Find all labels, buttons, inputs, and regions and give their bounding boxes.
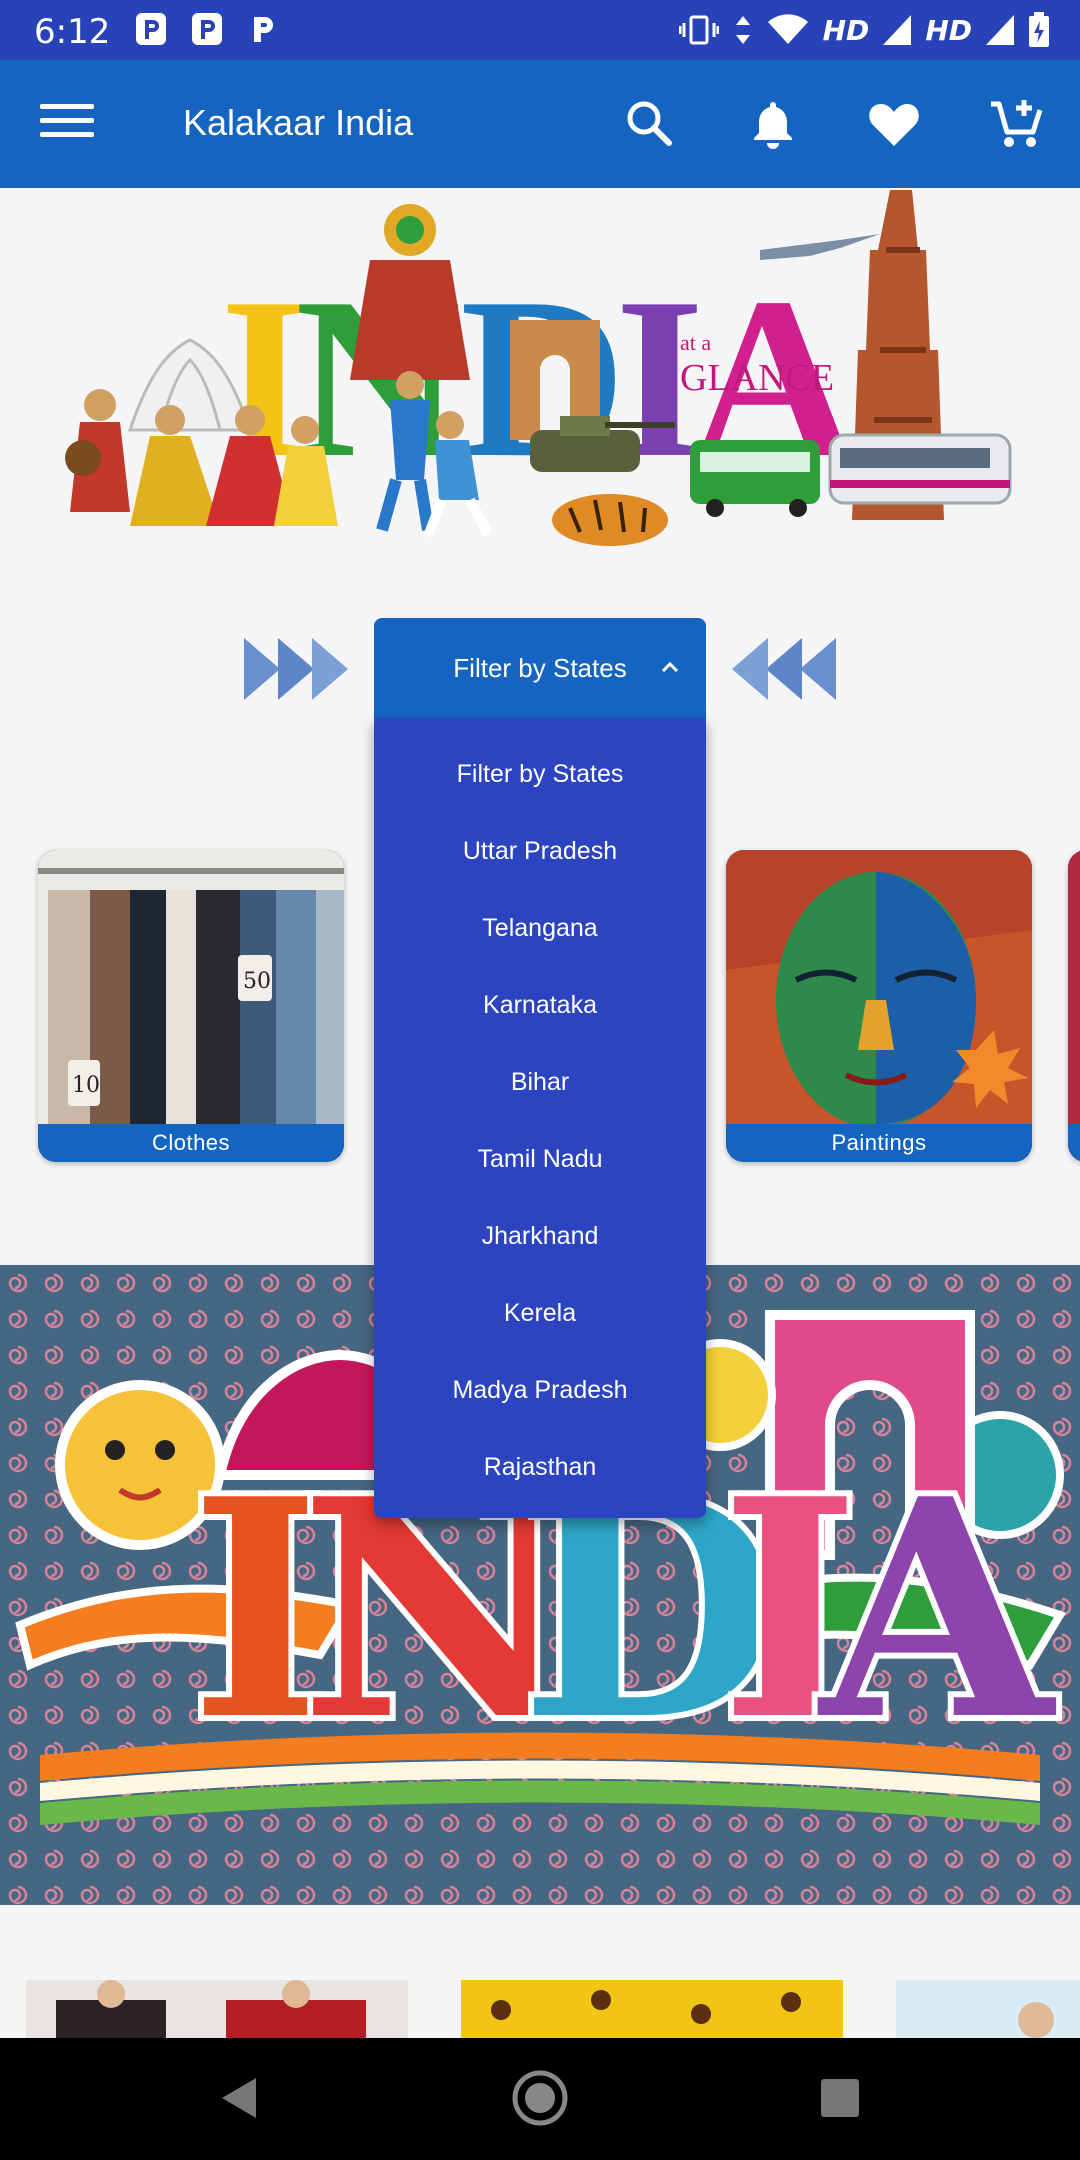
data-transfer-icon bbox=[735, 16, 750, 44]
product-thumbnail[interactable] bbox=[26, 1980, 408, 2038]
banner-tagline: GLANCE bbox=[680, 357, 834, 399]
parking-notification-icon bbox=[254, 17, 273, 42]
app-bar: Kalakaar India bbox=[0, 60, 1080, 188]
state-option-rajasthan[interactable]: Rajasthan bbox=[374, 1429, 706, 1506]
clothes-image: 50 10 bbox=[38, 850, 344, 1124]
category-label-clothes: Clothes bbox=[38, 1124, 344, 1162]
signal-icon bbox=[883, 15, 912, 45]
battery-charging-icon bbox=[1029, 12, 1049, 47]
state-option-kerela[interactable]: Kerela bbox=[374, 1275, 706, 1352]
svg-text:50: 50 bbox=[243, 969, 271, 994]
state-option-filter-by-states[interactable]: Filter by States bbox=[374, 736, 706, 813]
partial-card-image bbox=[1068, 850, 1080, 1162]
cart-icon[interactable] bbox=[988, 96, 1044, 152]
signal-icon bbox=[986, 15, 1014, 45]
filter-by-states-dropdown[interactable]: Filter by States bbox=[374, 618, 706, 718]
vibrate-icon bbox=[678, 15, 719, 45]
heart-icon[interactable] bbox=[866, 96, 922, 152]
state-option-madya-pradesh[interactable]: Madya Pradesh bbox=[374, 1352, 706, 1429]
hd-label: HD bbox=[822, 13, 870, 47]
back-icon[interactable] bbox=[210, 2068, 270, 2128]
status-bar: 6:12 HD HD bbox=[0, 0, 1080, 60]
hd-label: HD bbox=[925, 13, 972, 47]
parking-notification-icon bbox=[136, 13, 166, 45]
filter-dropdown-label: Filter by States bbox=[453, 652, 627, 683]
metro-train-illustration bbox=[828, 433, 1012, 505]
banner-tagline-small: at a bbox=[680, 330, 711, 355]
category-card-partial[interactable] bbox=[1068, 850, 1080, 1162]
category-label-paintings: Paintings bbox=[726, 1124, 1032, 1162]
double-chevron-right-icon bbox=[244, 638, 348, 700]
state-option-bihar[interactable]: Bihar bbox=[374, 1044, 706, 1121]
state-option-telangana[interactable]: Telangana bbox=[374, 890, 706, 967]
tank-illustration bbox=[530, 430, 640, 472]
wifi-icon bbox=[767, 14, 808, 44]
product-thumbnail-image bbox=[896, 1980, 1080, 2038]
search-icon[interactable] bbox=[622, 96, 678, 152]
status-time: 6:12 bbox=[34, 12, 111, 52]
home-icon[interactable] bbox=[510, 2068, 570, 2128]
category-card-clothes[interactable]: 50 10 Clothes bbox=[38, 850, 344, 1162]
menu-icon[interactable] bbox=[40, 98, 94, 152]
filter-states-menu: Filter by States Uttar Pradesh Telangana… bbox=[374, 718, 706, 1518]
recents-icon[interactable] bbox=[810, 2068, 870, 2128]
product-thumbnail-image bbox=[461, 1980, 843, 2038]
category-card-paintings[interactable]: Paintings bbox=[726, 850, 1032, 1162]
state-option-uttar-pradesh[interactable]: Uttar Pradesh bbox=[374, 813, 706, 890]
status-indicators: HD HD bbox=[678, 10, 1050, 50]
app-title: Kalakaar India bbox=[183, 102, 414, 143]
product-thumbnail[interactable] bbox=[461, 1980, 843, 2038]
tiger-illustration bbox=[552, 494, 668, 546]
bell-icon[interactable] bbox=[745, 96, 801, 152]
chevron-up-icon bbox=[661, 661, 679, 673]
india-at-a-glance-banner: I N D I A at a GLANCE bbox=[40, 190, 1040, 560]
art-letter-a: A bbox=[815, 1433, 1059, 1786]
state-option-tamil-nadu[interactable]: Tamil Nadu bbox=[374, 1121, 706, 1198]
state-option-karnataka[interactable]: Karnataka bbox=[374, 967, 706, 1044]
system-navigation-bar bbox=[0, 2038, 1080, 2160]
buddha-painting-image bbox=[726, 850, 1032, 1128]
parking-notification-icon bbox=[192, 13, 222, 45]
svg-text:10: 10 bbox=[72, 1073, 100, 1098]
state-option-jharkhand[interactable]: Jharkhand bbox=[374, 1198, 706, 1275]
double-chevron-left-icon bbox=[732, 638, 836, 700]
product-thumbnail-image bbox=[26, 1980, 408, 2038]
product-thumbnail[interactable] bbox=[896, 1980, 1080, 2038]
